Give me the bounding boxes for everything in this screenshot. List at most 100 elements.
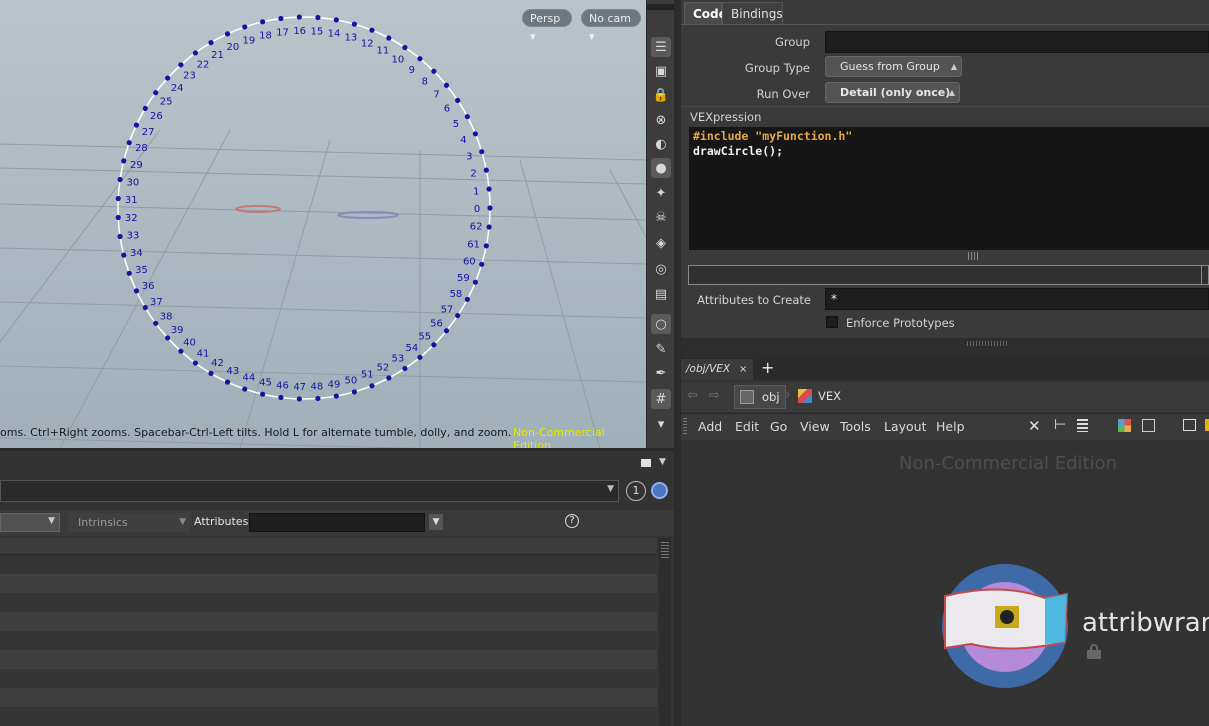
curve-point[interactable]: [472, 279, 478, 285]
color-palette-icon[interactable]: [1118, 419, 1131, 432]
curve-point[interactable]: [153, 320, 159, 326]
attributes-to-create-field[interactable]: *: [825, 288, 1209, 310]
toolbar-top-handle[interactable]: [647, 4, 675, 10]
menubar-grip[interactable]: [683, 418, 687, 436]
back-arrow-icon[interactable]: ⇦: [687, 388, 698, 403]
curve-point[interactable]: [115, 195, 121, 202]
curve-point[interactable]: [443, 328, 450, 334]
intrinsics-dropdown[interactable]: Intrinsics ▼: [68, 513, 190, 532]
curve-point[interactable]: [486, 224, 492, 230]
group-type-menu[interactable]: Guess from Group ▲: [825, 56, 962, 77]
wireframe-icon[interactable]: ◈: [651, 233, 671, 253]
pin-icon[interactable]: [651, 482, 668, 499]
camera-icon[interactable]: ▤: [651, 284, 671, 304]
curve-point[interactable]: [464, 296, 470, 302]
curve-point[interactable]: [115, 214, 121, 221]
menu-layout[interactable]: Layout: [884, 419, 927, 434]
point-numbers-icon[interactable]: #: [651, 389, 671, 409]
scroll-down-icon[interactable]: ▾: [651, 414, 671, 434]
curve-point[interactable]: [126, 140, 132, 146]
curve-point[interactable]: [224, 31, 231, 37]
add-tab-icon[interactable]: +: [761, 358, 774, 377]
wrench-icon[interactable]: ✕: [1028, 417, 1041, 435]
menu-tools[interactable]: Tools: [840, 419, 871, 434]
curve-point[interactable]: [333, 393, 339, 399]
curve-point[interactable]: [455, 97, 461, 104]
vex-code-editor[interactable]: #include "myFunction.h" drawCircle();: [689, 127, 1209, 250]
curve-point[interactable]: [260, 19, 266, 25]
pane-chevron-icon[interactable]: ▼: [659, 457, 666, 467]
curve-point[interactable]: [121, 252, 127, 258]
skull-icon[interactable]: ☠: [651, 207, 671, 227]
curve-point[interactable]: [296, 14, 302, 20]
curve-point[interactable]: [126, 270, 132, 276]
pane-menu-icon[interactable]: [641, 459, 651, 467]
curve-point[interactable]: [333, 17, 339, 23]
pen-icon[interactable]: ✒: [651, 363, 671, 383]
curve-point[interactable]: [242, 386, 248, 392]
tree-view-icon[interactable]: ⊢: [1054, 417, 1066, 433]
curve-point[interactable]: [402, 44, 408, 51]
curve-point[interactable]: [192, 360, 199, 366]
network-box-icon[interactable]: [1183, 419, 1196, 431]
bulb-icon[interactable]: ✦: [651, 183, 671, 203]
curve-point[interactable]: [431, 342, 437, 348]
curve-point[interactable]: [417, 354, 423, 360]
curve-point[interactable]: [315, 14, 321, 21]
editor-resize-grip[interactable]: [968, 252, 980, 260]
node-name[interactable]: attribwrang: [1082, 608, 1209, 638]
brush-icon[interactable]: ✎: [651, 339, 671, 359]
curve-point[interactable]: [487, 205, 493, 211]
pane-splitter[interactable]: [681, 338, 1209, 358]
curve-point[interactable]: [486, 186, 492, 192]
attributes-filter-input[interactable]: [249, 513, 425, 532]
curve-point[interactable]: [479, 261, 485, 267]
curve-point[interactable]: [121, 158, 127, 164]
tab-code[interactable]: Code: [684, 2, 727, 24]
camera-menu-button[interactable]: No cam ▾: [581, 9, 641, 43]
menu-view[interactable]: View: [800, 419, 830, 434]
curve-point[interactable]: [208, 370, 214, 377]
enforce-prototypes-checkbox[interactable]: [826, 316, 838, 328]
question-circle-icon[interactable]: ?: [565, 514, 579, 528]
sticky-note-icon[interactable]: [1205, 419, 1209, 431]
curve-point[interactable]: [351, 389, 357, 395]
curve-point[interactable]: [165, 75, 171, 81]
curve-point[interactable]: [142, 105, 148, 112]
curve-point[interactable]: [178, 348, 184, 354]
menu-go[interactable]: Go: [770, 419, 787, 434]
menu-add[interactable]: Add: [698, 419, 722, 434]
curve-point[interactable]: [133, 122, 140, 128]
lock-icon[interactable]: [1087, 644, 1101, 659]
ghost-icon[interactable]: ⊗: [651, 110, 671, 130]
lock-icon[interactable]: 🔒: [651, 85, 671, 105]
curve-point[interactable]: [178, 62, 184, 68]
breadcrumb-obj[interactable]: obj: [734, 385, 786, 409]
shading-icon[interactable]: ◐: [651, 134, 671, 154]
curve-point[interactable]: [192, 50, 199, 56]
run-over-menu[interactable]: Detail (only once) ▲: [825, 82, 960, 103]
curve-point[interactable]: [464, 114, 470, 120]
persp-menu-button[interactable]: Persp ▾: [522, 9, 572, 43]
curve-point[interactable]: [278, 394, 284, 401]
curve-point[interactable]: [417, 56, 423, 62]
group-field[interactable]: [825, 31, 1209, 53]
splitter-grip[interactable]: [967, 341, 1007, 346]
curve-point[interactable]: [208, 39, 214, 46]
spreadsheet-scrollbar[interactable]: [659, 538, 671, 726]
curve-point[interactable]: [455, 312, 461, 319]
snap-point-icon[interactable]: ○: [651, 314, 671, 334]
curve-point[interactable]: [153, 90, 159, 96]
curve-point[interactable]: [117, 176, 123, 183]
curve-point[interactable]: [479, 149, 485, 155]
grid-icon[interactable]: [1142, 419, 1155, 432]
curve-point[interactable]: [483, 243, 489, 249]
scene-viewport[interactable]: 0 1 2 3 4 5 6 7 8 9 10 11 12 13 14 15 16 17 18 19 20 21 22 23 24…: [0, 0, 646, 448]
curve-point[interactable]: [351, 21, 357, 27]
curve-point[interactable]: [369, 383, 375, 389]
node-path-field[interactable]: ▼: [0, 480, 619, 502]
curve-point[interactable]: [260, 391, 266, 397]
vertical-splitter[interactable]: [674, 0, 681, 726]
curve-point[interactable]: [431, 68, 437, 74]
visibility-icon[interactable]: ◎: [651, 259, 671, 279]
